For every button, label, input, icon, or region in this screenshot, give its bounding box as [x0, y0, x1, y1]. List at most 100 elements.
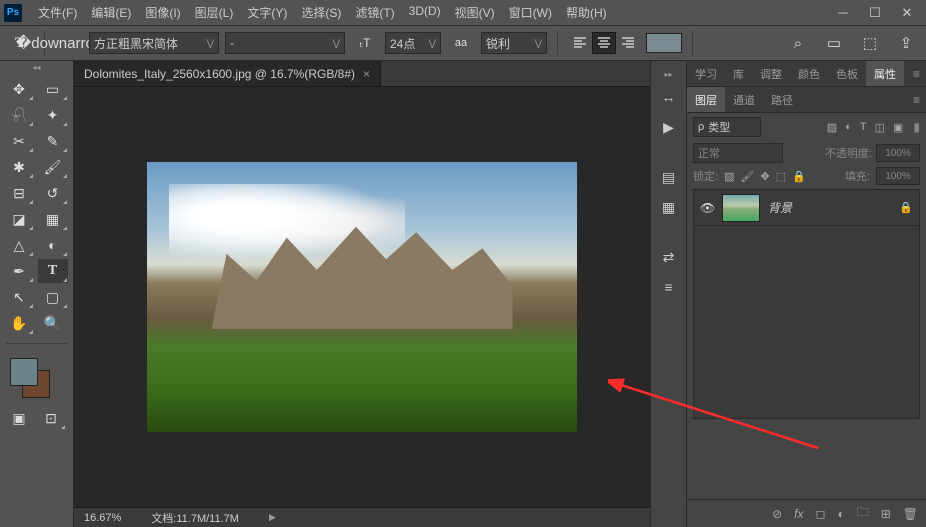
menu-filter[interactable]: 滤镜(T) [349, 1, 400, 24]
tab-channels[interactable]: 通道 [725, 87, 763, 112]
tab-layers[interactable]: 图层 [687, 87, 725, 112]
zoom-level[interactable]: 16.67% [84, 512, 121, 524]
history-panel-icon[interactable]: ↔ [656, 85, 682, 109]
eraser-tool[interactable]: ◪ [4, 207, 34, 231]
path-select-tool[interactable]: ↖ [4, 285, 34, 309]
tools-collapse-handle[interactable] [0, 61, 73, 73]
paragraph-panel-icon[interactable]: ▤ [656, 165, 682, 189]
menu-layer[interactable]: 图层(L) [189, 1, 240, 24]
layers-menu-icon[interactable]: ≡ [907, 87, 926, 112]
tab-swatches[interactable]: 色板 [828, 61, 866, 86]
filter-toggle-icon[interactable]: ▮ [913, 120, 920, 134]
maximize-button[interactable]: ☐ [860, 3, 890, 23]
menu-view[interactable]: 视图(V) [449, 1, 501, 24]
blend-mode-dropdown[interactable]: 正常 [693, 143, 783, 163]
blur-tool[interactable]: △ [4, 233, 34, 257]
styles-panel-icon[interactable]: ≡ [656, 275, 682, 299]
menu-help[interactable]: 帮助(H) [560, 1, 613, 24]
lock-all-icon[interactable]: 🔒 [792, 170, 806, 183]
antialias-dropdown[interactable]: 锐利 ⋁ [481, 32, 547, 54]
character-panel-icon[interactable]: ▭ [820, 31, 848, 55]
share-icon[interactable]: ⇪ [892, 31, 920, 55]
clone-tool[interactable]: ⊟ [4, 181, 34, 205]
menu-image[interactable]: 图像(I) [139, 1, 186, 24]
character-panel-strip-icon[interactable]: ▦ [656, 195, 682, 219]
lock-position-icon[interactable]: ✥ [760, 170, 769, 183]
lock-artboard-icon[interactable]: ⬚ [776, 170, 786, 183]
move-tool[interactable]: ✥ [4, 77, 34, 101]
tab-adjustments[interactable]: 调整 [752, 61, 790, 86]
screen-mode-tool[interactable]: ⊡ [36, 406, 66, 430]
quick-mask-tool[interactable]: ▣ [4, 406, 34, 430]
close-button[interactable]: ✕ [892, 3, 922, 23]
text-color-swatch[interactable] [646, 33, 682, 53]
status-chevron-icon[interactable]: ▶ [269, 512, 276, 523]
delete-layer-icon[interactable]: 🗑 [903, 507, 918, 521]
lock-transparency-icon[interactable]: ▨ [724, 170, 734, 183]
3d-icon[interactable]: ⬚ [856, 31, 884, 55]
font-size-dropdown[interactable]: 24点 ⋁ [385, 32, 441, 54]
tab-library[interactable]: 库 [725, 61, 752, 86]
layer-filter-dropdown[interactable]: ρ 类型 [693, 117, 761, 137]
menu-file[interactable]: 文件(F) [32, 1, 83, 24]
layer-thumbnail[interactable] [722, 194, 760, 222]
visibility-icon[interactable]: 👁 [700, 201, 714, 215]
filter-adjust-icon[interactable]: ◐ [845, 121, 852, 134]
warp-text-icon[interactable]: ⌕ [784, 31, 812, 55]
document-tab[interactable]: Dolomites_Italy_2560x1600.jpg @ 16.7%(RG… [74, 61, 381, 86]
align-center-button[interactable] [592, 32, 616, 54]
healing-tool[interactable]: ✱ [4, 155, 34, 179]
marquee-tool[interactable]: ▭ [38, 77, 68, 101]
close-tab-icon[interactable]: × [363, 67, 370, 81]
brush-tool[interactable]: 🖌 [38, 155, 68, 179]
tab-properties[interactable]: 属性 [866, 61, 904, 86]
menu-window[interactable]: 窗口(W) [503, 1, 558, 24]
quick-select-tool[interactable]: ✦ [38, 103, 68, 127]
align-left-button[interactable] [568, 32, 592, 54]
strip-expand-handle[interactable]: ▸▸ [651, 69, 686, 79]
layer-fx-icon[interactable]: fx [794, 507, 803, 521]
new-layer-icon[interactable]: ⊞ [881, 507, 891, 521]
filter-smart-icon[interactable]: ▣ [893, 121, 903, 134]
filter-shape-icon[interactable]: ◫ [875, 121, 885, 134]
link-layers-icon[interactable]: ⊘ [772, 507, 782, 521]
crop-tool[interactable]: ✂ [4, 129, 34, 153]
tab-paths[interactable]: 路径 [763, 87, 801, 112]
type-tool[interactable]: T [38, 259, 68, 283]
eyedropper-tool[interactable]: ✎ [38, 129, 68, 153]
filter-type-icon[interactable]: T [860, 121, 867, 134]
align-right-button[interactable] [616, 32, 640, 54]
tab-study[interactable]: 学习 [687, 61, 725, 86]
lasso-tool[interactable]: 𓍯 [4, 103, 34, 127]
tab-color[interactable]: 颜色 [790, 61, 828, 86]
layer-mask-icon[interactable]: ◻ [815, 507, 825, 521]
opacity-input[interactable]: 100% [876, 144, 920, 162]
filter-pixel-icon[interactable]: ▨ [827, 121, 837, 134]
layer-row-background[interactable]: 👁 背景 🔒 [694, 190, 919, 226]
minimize-button[interactable]: ─ [828, 3, 858, 23]
lock-pixels-icon[interactable]: 🖌 [740, 170, 754, 183]
font-family-dropdown[interactable]: 方正粗黑宋简体 ⋁ [89, 32, 219, 54]
gradient-tool[interactable]: ▦ [38, 207, 68, 231]
adjustments-panel-icon[interactable]: ⇄ [656, 245, 682, 269]
panel-menu-icon[interactable]: ≡ [907, 61, 926, 86]
menu-type[interactable]: 文字(Y) [241, 1, 293, 24]
layer-name[interactable]: 背景 [768, 199, 792, 216]
actions-panel-icon[interactable]: ▶ [656, 115, 682, 139]
history-brush-tool[interactable]: ↺ [38, 181, 68, 205]
new-group-icon[interactable]: 🗀 [857, 503, 869, 524]
pen-tool[interactable]: ✒ [4, 259, 34, 283]
new-fill-icon[interactable]: ◐ [837, 507, 844, 521]
menu-select[interactable]: 选择(S) [295, 1, 347, 24]
orientation-icon[interactable]: �downarrow_T [55, 31, 83, 55]
shape-tool[interactable]: ▢ [38, 285, 68, 309]
font-style-dropdown[interactable]: - ⋁ [225, 32, 345, 54]
fill-input[interactable]: 100% [876, 167, 920, 185]
foreground-color[interactable] [10, 358, 38, 386]
canvas-viewport[interactable] [74, 87, 650, 507]
dodge-tool[interactable]: ◐ [38, 233, 68, 257]
menu-3d[interactable]: 3D(D) [403, 1, 447, 24]
menu-edit[interactable]: 编辑(E) [85, 1, 137, 24]
hand-tool[interactable]: ✋ [4, 311, 34, 335]
zoom-tool[interactable]: 🔍 [38, 311, 68, 335]
